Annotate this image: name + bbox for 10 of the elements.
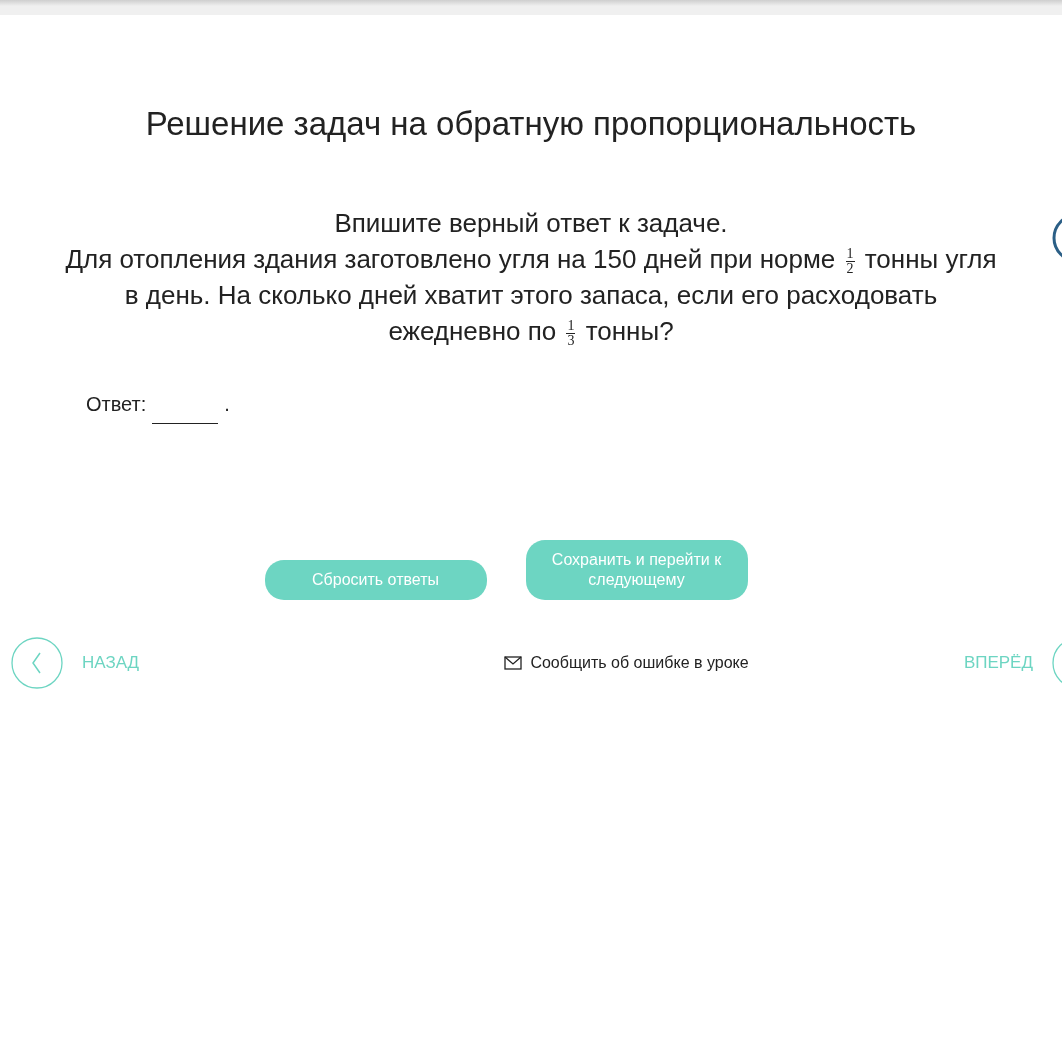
answer-label: Ответ: <box>86 393 147 416</box>
forward-link[interactable]: ВПЕРЁД <box>963 637 1062 689</box>
back-link[interactable]: НАЗАД <box>11 637 140 689</box>
page-title: Решение задач на обратную пропорциональность <box>144 105 918 143</box>
report-error-link[interactable]: Сообщить об ошибке в уроке <box>498 653 755 673</box>
save-next-button[interactable]: Сохранить и перейти к следующему <box>525 540 748 600</box>
mail-icon <box>504 656 523 670</box>
reset-button[interactable]: Сбросить ответы <box>264 560 487 600</box>
task-instruction: Впишите верный ответ к задаче. <box>333 207 729 240</box>
answer-period: . <box>224 393 230 416</box>
